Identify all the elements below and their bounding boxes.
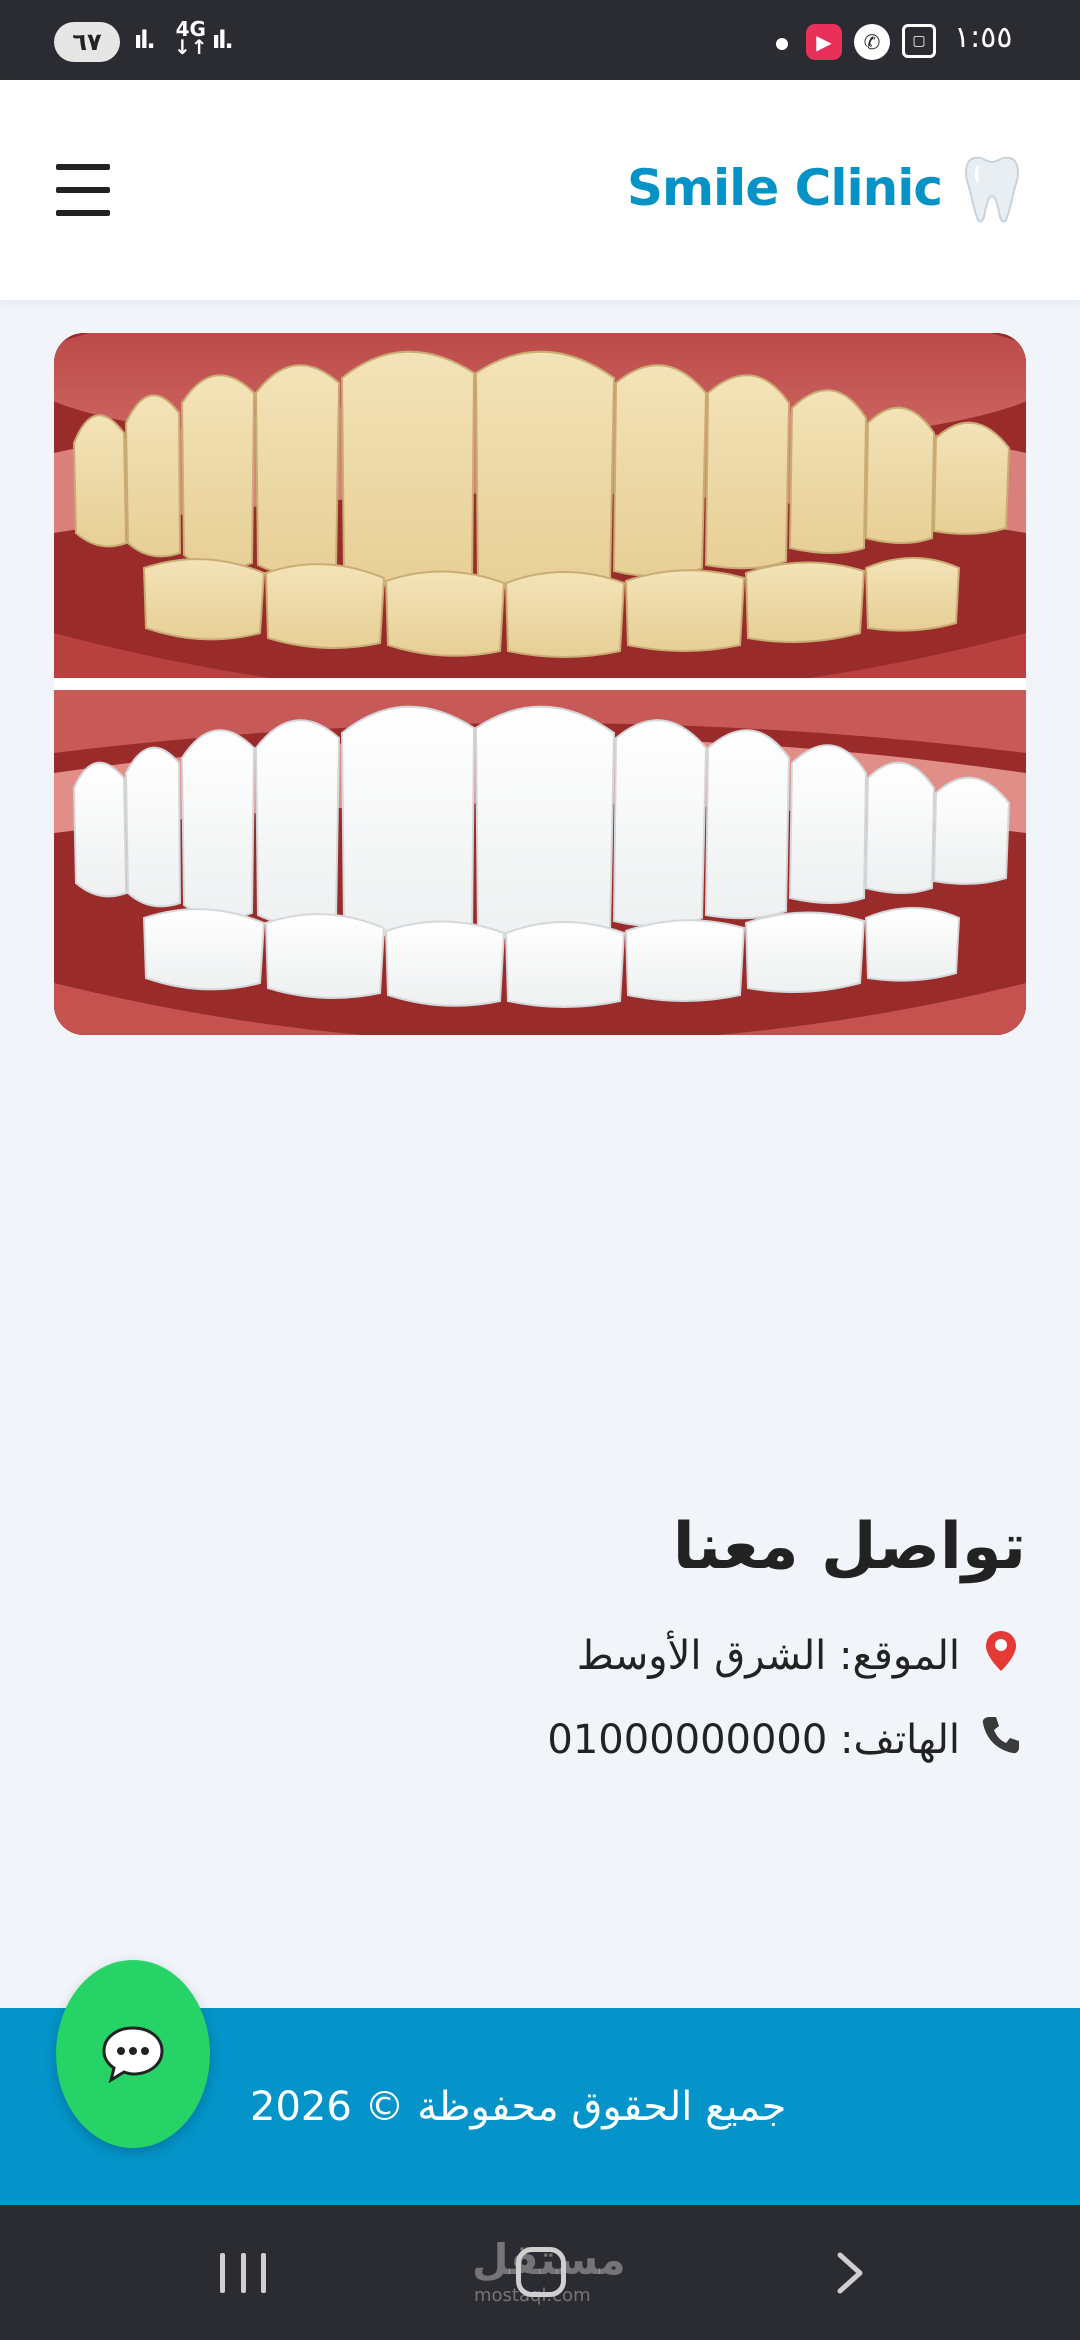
screenshot-icon: ▢ [902,24,936,58]
phone-line[interactable]: الهاتف: 01000000000 [126,1698,1026,1782]
tooth-icon [965,156,1019,223]
location-text: الموقع: الشرق الأوسط [576,1633,960,1679]
contact-section: تواصل معنا الموقع: الشرق الأوسط الهاتف: … [126,1510,1026,1782]
map-pin-icon [976,1629,1026,1683]
copyright-text: جميع الحقوق محفوظة © 2026 [250,2084,787,2130]
hamburger-menu-icon[interactable] [54,162,114,218]
recents-button[interactable] [220,2253,266,2293]
contact-title: تواصل معنا [672,1510,1026,1584]
brand-logo[interactable]: Smile Clinic [627,152,1020,224]
clock: ١:٥٥ [954,20,1013,55]
brand-name: Smile Clinic [626,159,943,217]
network-type: 4G ↓↑ [174,17,208,59]
dot-icon [776,38,788,50]
home-button[interactable] [516,2247,566,2297]
status-bar: ٦٧ ıl. 4G ↓↑ ıl. ▶ ✆ ▢ ١:٥٥ [0,0,1080,80]
signal-icon-2: ıl. [212,26,234,54]
app-notification-icon: ▶ [806,24,842,60]
battery-indicator: ٦٧ [54,22,120,62]
chat-button[interactable] [56,1960,210,2148]
site-header: Smile Clinic [0,80,1080,300]
system-nav-bar: مستقل mostaql.com [0,2205,1080,2340]
data-arrows-icon: ↓↑ [174,35,208,59]
whatsapp-icon: ✆ [854,24,890,60]
phone-text[interactable]: الهاتف: 01000000000 [547,1717,960,1763]
location-line: الموقع: الشرق الأوسط [126,1614,1026,1698]
chat-bubble-icon [102,2026,164,2084]
hero-image-teeth-before-after [54,333,1026,1035]
signal-icon: ıl. [134,26,156,54]
phone-icon [976,1713,1026,1767]
back-chevron-icon[interactable] [830,2251,870,2295]
